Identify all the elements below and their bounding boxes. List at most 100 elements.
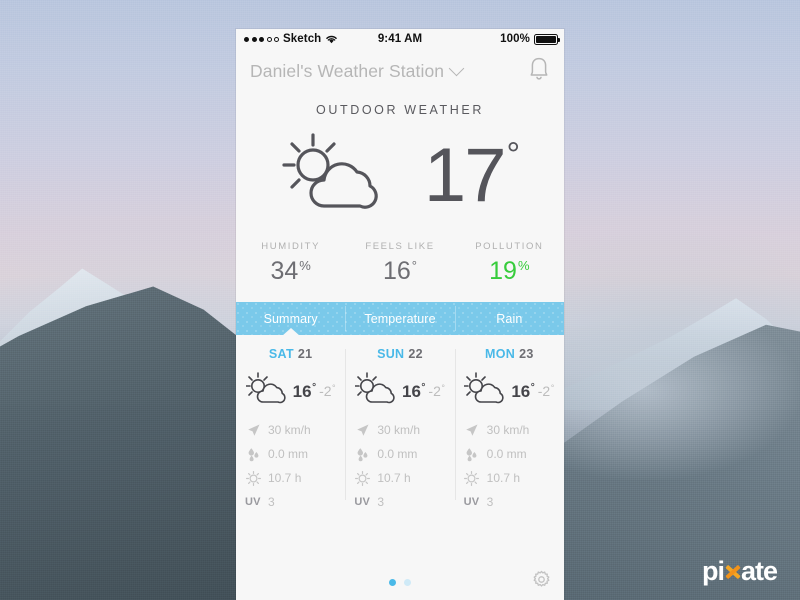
stat-value: 34% <box>270 258 311 284</box>
bottom-bar <box>236 564 564 600</box>
uv-label: UV <box>354 496 371 508</box>
status-bar-left: Sketch <box>244 33 338 45</box>
navigation-arrow-icon <box>464 423 480 438</box>
page-dot-active[interactable] <box>389 578 396 586</box>
forecast-day-name: SUN <box>377 347 405 361</box>
forecast-sunshine: 10.7 h <box>464 466 555 490</box>
current-temperature: 17 ° <box>423 133 520 218</box>
page-indicator[interactable] <box>389 578 411 586</box>
forecast-day-sat[interactable]: SAT 21 16 ° -2 ° 30 km/h 0.0 mm 10.7 h U… <box>236 347 345 514</box>
carrier-label: Sketch <box>283 33 322 45</box>
tab-summary[interactable]: Summary <box>236 302 345 335</box>
forecast-rain-value: 0.0 mm <box>268 447 309 461</box>
chevron-down-icon <box>448 60 465 76</box>
forecast-temps: 16 ° -2 ° <box>463 370 555 412</box>
tab-rain[interactable]: Rain <box>454 302 564 335</box>
raindrops-icon <box>464 447 480 462</box>
forecast-low: -2 ° <box>537 383 555 399</box>
gear-icon[interactable] <box>532 570 551 594</box>
forecast-sunshine: 10.7 h <box>354 466 445 490</box>
forecast-temps: 16 ° -2 ° <box>244 370 336 412</box>
current-temperature-value: 17 <box>423 133 507 218</box>
pixate-x-icon <box>724 561 741 583</box>
wifi-icon <box>325 34 338 44</box>
page-title: Daniel's Weather Station <box>250 60 445 81</box>
tab-temperature[interactable]: Temperature <box>345 302 454 335</box>
forecast-day-date: 23 <box>519 347 534 361</box>
forecast-low: -2 ° <box>319 383 336 399</box>
status-bar: Sketch 9:41 AM 100% <box>236 29 564 49</box>
sun-icon <box>245 470 261 486</box>
sun-behind-cloud-icon <box>244 371 290 412</box>
forecast-high-value: 16 <box>511 381 531 401</box>
sun-icon <box>354 470 370 486</box>
phone-screen: Sketch 9:41 AM 100% Daniel's Weather Sta… <box>236 29 564 600</box>
bell-icon[interactable] <box>528 56 550 86</box>
sun-behind-cloud-icon <box>354 371 399 412</box>
forecast-rain-value: 0.0 mm <box>377 447 418 461</box>
stats-row: HUMIDITY 34% FEELS LIKE 16 ° POLLUTION 19… <box>236 235 564 302</box>
forecast-wind-value: 30 km/h <box>486 423 530 437</box>
stat-label: HUMIDITY <box>261 241 321 252</box>
forecast-day-sun[interactable]: SUN 22 16 ° -2 ° 30 km/h 0.0 mm 10.7 h U… <box>345 347 454 514</box>
forecast-day-header: SUN 22 <box>354 347 445 361</box>
degree-symbol: ° <box>441 383 445 393</box>
forecast-sunshine: 10.7 h <box>245 466 336 490</box>
forecast-uv-value: 3 <box>377 495 385 509</box>
uv-label: UV <box>463 496 480 508</box>
forecast-high: 16 ° <box>292 381 317 401</box>
page-dot[interactable] <box>404 578 411 586</box>
forecast-row: SAT 21 16 ° -2 ° 30 km/h 0.0 mm 10.7 h U… <box>236 335 564 514</box>
forecast-uv: UV 3 <box>354 490 445 514</box>
degree-symbol: ° <box>332 383 336 393</box>
battery-percent-label: 100% <box>500 33 530 45</box>
forecast-wind-value: 30 km/h <box>377 423 421 437</box>
forecast-wind: 30 km/h <box>464 418 555 442</box>
degree-symbol: ° <box>421 381 426 393</box>
forecast-uv: UV 3 <box>245 490 336 514</box>
forecast-high: 16 ° <box>511 381 534 401</box>
stat-feels-like: FEELS LIKE 16 ° <box>345 241 454 284</box>
tab-bar: Summary Temperature Rain <box>236 302 564 335</box>
sun-behind-cloud-icon <box>463 371 508 412</box>
forecast-uv-value: 3 <box>486 495 494 509</box>
uv-label: UV <box>245 496 261 508</box>
forecast-day-date: 22 <box>408 347 423 361</box>
forecast-day-name: SAT <box>268 347 294 361</box>
degree-symbol: ° <box>312 381 317 393</box>
stat-number: 19 <box>489 257 517 285</box>
forecast-sun-value: 10.7 h <box>268 471 302 485</box>
stat-humidity: HUMIDITY 34% <box>236 241 345 284</box>
forecast-rain: 0.0 mm <box>354 442 445 466</box>
status-bar-right: 100% <box>500 33 560 45</box>
sun-icon <box>464 470 480 486</box>
forecast-wind-value: 30 km/h <box>268 423 311 437</box>
pixate-watermark: pi ate <box>702 556 778 586</box>
forecast-high-value: 16 <box>292 381 312 401</box>
forecast-low-value: -2 <box>319 383 332 399</box>
forecast-day-mon[interactable]: MON 23 16 ° -2 ° 30 km/h 0.0 mm 10.7 h U… <box>454 347 564 514</box>
degree-symbol: ° <box>550 383 555 393</box>
forecast-rain: 0.0 mm <box>464 442 555 466</box>
forecast-high-value: 16 <box>402 381 421 401</box>
current-conditions: 17 ° <box>236 117 564 235</box>
forecast-rain-value: 0.0 mm <box>486 447 527 461</box>
forecast-day-name: MON <box>485 347 516 361</box>
stat-suffix: % <box>517 258 530 273</box>
watermark-text-after: ate <box>741 556 778 586</box>
forecast-low-value: -2 <box>537 383 551 399</box>
forecast-high: 16 ° <box>402 381 426 401</box>
forecast-low: -2 ° <box>428 383 445 399</box>
stat-number: 16 <box>382 257 411 285</box>
forecast-temps: 16 ° -2 ° <box>354 370 445 412</box>
forecast-day-header: MON 23 <box>464 347 555 361</box>
station-selector[interactable]: Daniel's Weather Station <box>250 60 465 82</box>
watermark-text-before: pi <box>702 556 725 586</box>
stat-label: POLLUTION <box>475 241 544 252</box>
forecast-wind: 30 km/h <box>354 418 445 442</box>
stat-suffix: % <box>299 258 311 273</box>
forecast-wind: 30 km/h <box>245 418 336 442</box>
navigation-bar: Daniel's Weather Station <box>236 49 564 93</box>
stat-pollution: POLLUTION 19% <box>455 241 564 284</box>
forecast-rain: 0.0 mm <box>245 442 336 466</box>
